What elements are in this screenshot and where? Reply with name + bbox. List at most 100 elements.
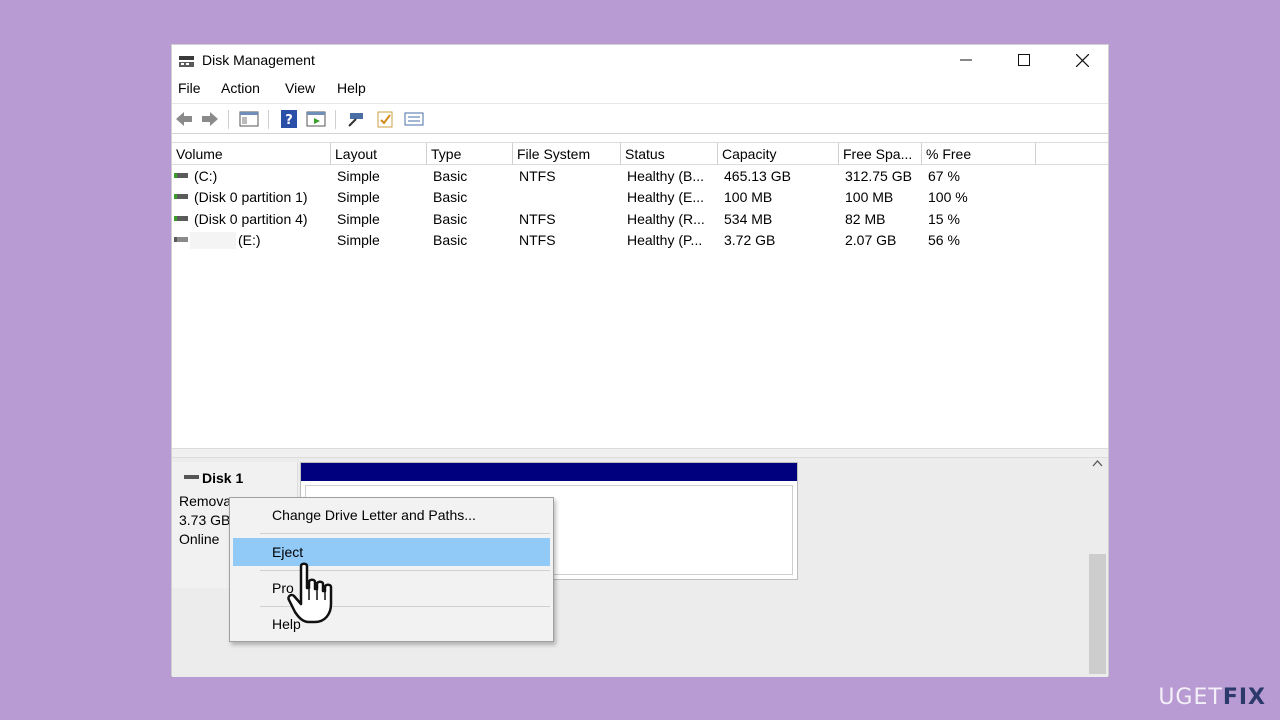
cell-status: Healthy (E...: [627, 189, 705, 205]
watermark-left: UG: [1158, 685, 1194, 710]
cell-layout: Simple: [337, 232, 380, 248]
disk-state: Online: [179, 531, 220, 547]
volume-row[interactable]: (Disk 0 partition 4) Simple Basic NTFS H…: [172, 209, 1108, 230]
volume-icon: [174, 216, 188, 221]
pane-splitter[interactable]: [172, 448, 1108, 458]
menu-item-label: Change Drive Letter and Paths...: [272, 507, 476, 523]
cell-type: Basic: [433, 189, 468, 205]
cell-status: Healthy (R...: [627, 211, 705, 227]
cell-capacity: 534 MB: [724, 211, 773, 227]
cell-volume: (Disk 0 partition 4): [194, 211, 308, 227]
help-icon[interactable]: ?: [279, 110, 299, 128]
volume-row[interactable]: (C:) Simple Basic NTFS Healthy (B... 465…: [172, 166, 1108, 187]
volume-row[interactable]: (E:) Simple Basic NTFS Healthy (P... 3.7…: [172, 230, 1108, 251]
maximize-button[interactable]: [995, 45, 1053, 75]
properties-icon[interactable]: [404, 110, 424, 128]
scroll-up-arrow[interactable]: [1092, 458, 1104, 470]
menu-item-change-drive-letter[interactable]: Change Drive Letter and Paths...: [233, 501, 550, 529]
cell-percent-free: 15 %: [928, 211, 960, 227]
svg-text:?: ?: [285, 113, 293, 128]
minimize-button[interactable]: [937, 45, 995, 75]
cell-status: Healthy (P...: [627, 232, 703, 248]
column-volume[interactable]: Volume: [172, 143, 331, 165]
cell-capacity: 3.72 GB: [724, 232, 776, 248]
volume-row[interactable]: (Disk 0 partition 1) Simple Basic Health…: [172, 187, 1108, 208]
toolbar: ?: [172, 103, 1108, 134]
cell-type: Basic: [433, 232, 468, 248]
menu-item-eject[interactable]: Eject: [233, 538, 550, 566]
back-icon[interactable]: [174, 110, 194, 128]
menu-help[interactable]: Help: [337, 80, 366, 96]
connect-icon[interactable]: [346, 110, 366, 128]
cell-type: Basic: [433, 168, 468, 184]
disk-type: Remova: [179, 493, 232, 509]
disk-name: Disk 1: [202, 470, 244, 486]
menu-action[interactable]: Action: [221, 80, 260, 96]
hand-pointer-icon: [287, 562, 333, 624]
cell-type: Basic: [433, 211, 468, 227]
column-free-space[interactable]: Free Spa...: [839, 143, 922, 165]
cell-layout: Simple: [337, 189, 380, 205]
cell-file-system: [515, 187, 621, 208]
context-menu: Change Drive Letter and Paths... Eject P…: [229, 497, 554, 642]
volume-icon: [174, 173, 188, 178]
cell-capacity: 465.13 GB: [724, 168, 791, 184]
disk-icon: [184, 475, 199, 479]
menu-bar: File Action View Help: [172, 77, 1108, 103]
volume-list: Volume Layout Type File System Status Ca…: [172, 142, 1108, 448]
title-bar: Disk Management: [172, 45, 1108, 77]
checklist-icon[interactable]: [375, 110, 395, 128]
cell-free-space: 2.07 GB: [845, 232, 897, 248]
menu-item-help[interactable]: Help: [233, 610, 550, 638]
volume-icon: [174, 194, 188, 199]
cell-free-space: 312.75 GB: [845, 168, 912, 184]
toolbar-separator: [335, 110, 336, 129]
cell-percent-free: 56 %: [928, 232, 960, 248]
close-icon: [1075, 53, 1089, 67]
cell-layout: Simple: [337, 168, 380, 184]
cell-percent-free: 100 %: [928, 189, 968, 205]
menu-item-properties[interactable]: Pro: [233, 574, 550, 602]
cell-file-system: NTFS: [519, 232, 556, 248]
cell-percent-free: 67 %: [928, 168, 960, 184]
toolbar-separator: [268, 110, 269, 129]
partition-header-bar: [301, 463, 797, 481]
cell-free-space: 82 MB: [845, 211, 886, 227]
volume-list-header: Volume Layout Type File System Status Ca…: [172, 142, 1108, 165]
cell-capacity: 100 MB: [724, 189, 773, 205]
chevron-up-icon: [1092, 460, 1103, 467]
menu-view[interactable]: View: [285, 80, 315, 96]
volume-icon: [174, 237, 188, 242]
column-type[interactable]: Type: [427, 143, 513, 165]
column-status[interactable]: Status: [621, 143, 718, 165]
close-button[interactable]: [1053, 45, 1111, 75]
disk-size: 3.73 GB: [179, 512, 231, 528]
column-file-system[interactable]: File System: [513, 143, 621, 165]
cell-status: Healthy (B...: [627, 168, 705, 184]
cell-file-system: NTFS: [519, 168, 556, 184]
column-percent-free[interactable]: % Free: [922, 143, 1036, 165]
menu-file[interactable]: File: [178, 80, 201, 96]
watermark-fix: FIX: [1222, 685, 1266, 710]
window-title: Disk Management: [202, 52, 315, 68]
console-icon[interactable]: [239, 110, 259, 128]
show-hide-icon[interactable]: [306, 110, 326, 128]
cell-volume: (Disk 0 partition 1): [194, 189, 308, 205]
column-layout[interactable]: Layout: [331, 143, 427, 165]
column-capacity[interactable]: Capacity: [718, 143, 839, 165]
cell-layout: Simple: [337, 211, 380, 227]
cell-file-system: NTFS: [519, 211, 556, 227]
cell-volume: (E:): [238, 232, 261, 248]
ugetfix-watermark: UGETFIX: [1158, 685, 1266, 710]
disk-management-icon: [179, 56, 194, 67]
toolbar-separator: [228, 110, 229, 129]
forward-icon[interactable]: [200, 110, 220, 128]
cell-free-space: 100 MB: [845, 189, 894, 205]
menu-item-label: Eject: [272, 544, 304, 560]
redacted-label: [190, 232, 236, 249]
cell-volume: (C:): [194, 168, 218, 184]
menu-separator: [260, 533, 550, 534]
watermark-mid: ET: [1193, 685, 1223, 710]
scrollbar-thumb[interactable]: [1089, 554, 1106, 674]
minimize-icon: [960, 59, 972, 61]
